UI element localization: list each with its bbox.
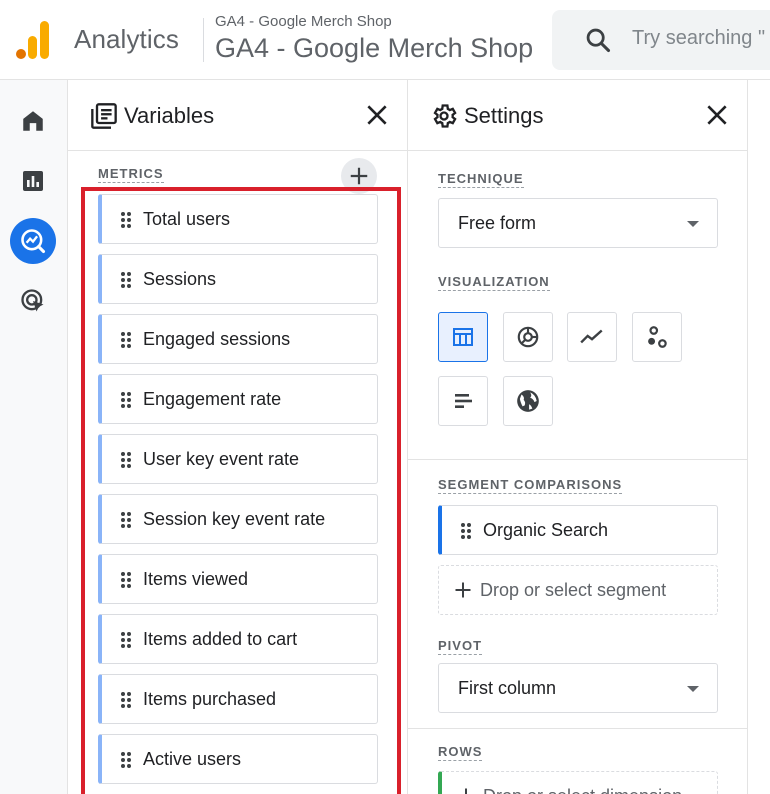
drag-handle-icon[interactable]: [460, 522, 472, 540]
rows-label: ROWS: [438, 744, 483, 761]
technique-label: TECHNIQUE: [438, 171, 524, 188]
segment-chip[interactable]: Organic Search: [438, 505, 718, 555]
dropdown-arrow-icon: [687, 221, 699, 227]
close-icon[interactable]: [364, 102, 390, 128]
scatter-plot-icon: [648, 326, 667, 348]
reports-icon: [23, 171, 43, 191]
segment-label: Organic Search: [483, 520, 609, 540]
settings-header: Settings: [408, 80, 747, 151]
left-navigation: [0, 80, 68, 794]
search-bar[interactable]: Try searching ": [552, 10, 770, 70]
rows-drop-text: Drop or select dimension: [483, 786, 682, 794]
variables-panel: Variables METRICS Total users Sessions Eng…: [68, 80, 408, 794]
rows-drop-zone[interactable]: Drop or select dimension: [438, 771, 718, 794]
nav-home[interactable]: [12, 100, 54, 142]
donut-chart-icon: [517, 326, 539, 348]
nav-reports[interactable]: [12, 160, 54, 202]
explore-icon: [21, 229, 46, 254]
line-chart-icon: [580, 329, 603, 344]
settings-panel: Settings TECHNIQUE Free form VISUALIZATI…: [408, 80, 748, 794]
plus-icon: [455, 582, 471, 598]
close-icon[interactable]: [704, 102, 730, 128]
variables-icon: [91, 103, 117, 129]
section-divider: [408, 728, 748, 729]
home-icon: [23, 111, 43, 131]
visualization-label: VISUALIZATION: [438, 274, 550, 291]
highlight-box: [81, 187, 401, 794]
pivot-label: PIVOT: [438, 638, 483, 655]
property-name[interactable]: GA4 - Google Merch Shop: [215, 33, 533, 64]
bar-chart-icon: [455, 394, 472, 408]
nav-explore[interactable]: [10, 218, 56, 264]
search-icon: [586, 28, 611, 53]
nav-advertising[interactable]: [12, 280, 54, 322]
segment-drop-text: Drop or select segment: [480, 580, 667, 600]
pivot-dropdown[interactable]: First column: [438, 663, 718, 713]
advertising-icon: [21, 289, 44, 312]
app-name: Analytics: [74, 24, 179, 54]
technique-value: Free form: [458, 213, 537, 233]
section-divider: [408, 459, 748, 460]
variables-title: Variables: [124, 103, 215, 128]
geo-viz-button[interactable]: [503, 376, 553, 426]
geo-map-icon: [517, 390, 539, 412]
table-viz-button[interactable]: [438, 312, 488, 362]
variables-header: Variables: [68, 80, 407, 151]
account-name-small[interactable]: GA4 - Google Merch Shop: [215, 13, 392, 30]
plus-icon: [350, 167, 368, 185]
top-header: Analytics GA4 - Google Merch Shop GA4 - …: [0, 0, 770, 80]
line-viz-button[interactable]: [567, 312, 617, 362]
gear-icon: [433, 104, 457, 128]
bar-viz-button[interactable]: [438, 376, 488, 426]
dropdown-arrow-icon: [687, 686, 699, 692]
scatter-viz-button[interactable]: [632, 312, 682, 362]
search-placeholder: Try searching ": [632, 27, 766, 49]
header-divider: [203, 18, 204, 62]
plus-icon: [465, 788, 467, 794]
metrics-section-label: METRICS: [98, 166, 164, 183]
table-icon: [453, 328, 473, 346]
segment-drop-zone[interactable]: Drop or select segment: [438, 565, 718, 615]
technique-dropdown[interactable]: Free form: [438, 198, 718, 248]
donut-viz-button[interactable]: [503, 312, 553, 362]
settings-title: Settings: [464, 103, 544, 128]
pivot-value: First column: [458, 678, 557, 698]
analytics-logo-icon[interactable]: [16, 20, 50, 60]
segment-comparisons-label: SEGMENT COMPARISONS: [438, 477, 623, 494]
